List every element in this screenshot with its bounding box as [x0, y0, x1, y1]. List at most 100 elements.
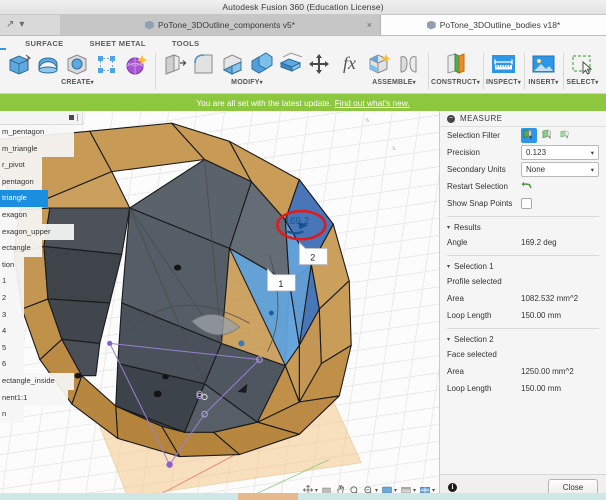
browser-item-4-selected[interactable]: triangle [0, 190, 48, 207]
fusion-doc-icon [144, 20, 154, 30]
browser-item-5[interactable]: exagon [0, 206, 42, 224]
ribbon-group-create-label[interactable]: CREATE▾ [61, 79, 94, 86]
document-tab-components[interactable]: PoTone_3DOutline_components v5* × [60, 15, 381, 35]
selection2-title: Selection 2 [454, 335, 494, 344]
svg-text:1: 1 [278, 279, 283, 289]
new-component-icon[interactable] [366, 51, 393, 78]
ribbon-tab-surface[interactable]: SURFACE [12, 39, 76, 49]
fillet-icon[interactable] [190, 51, 217, 78]
browser-item-6[interactable]: exagon_upper [0, 223, 74, 241]
parameters-fx-icon[interactable]: fx [339, 53, 360, 74]
selection1-row-area: Area 1082.532 mm^2 [440, 290, 606, 307]
viewcube-toggle-icon[interactable] [69, 115, 74, 120]
secondary-units-dropdown[interactable]: None ▾ [521, 162, 599, 177]
ribbon-group-modify-label[interactable]: MODIFY▾ [231, 79, 263, 86]
ribbon-tab-solid[interactable]: LID [0, 39, 12, 50]
precision-label: Precision [447, 148, 480, 157]
selection2-status: Face selected [447, 350, 497, 359]
selection-filter-group[interactable] [521, 128, 573, 143]
select-face-filter-icon[interactable] [521, 128, 537, 143]
update-banner-text: You are all set with the latest update. [196, 97, 332, 108]
select-icon[interactable] [569, 51, 596, 78]
browser-item-9[interactable]: 1 [0, 273, 24, 290]
extrude-icon[interactable] [6, 51, 33, 78]
ribbon-tab-tools[interactable]: TOOLS [159, 39, 213, 49]
shell-icon[interactable] [219, 51, 246, 78]
browser-item-14[interactable]: 6 [0, 356, 24, 373]
selection2-loop-value: 150.00 mm [521, 384, 562, 393]
selection1-title: Selection 1 [454, 262, 494, 271]
show-snap-points-checkbox[interactable] [521, 198, 532, 209]
ribbon-group-assemble-label[interactable]: ASSEMBLE▾ [372, 79, 416, 86]
selection1-header[interactable]: ▾ Selection 1 [440, 260, 606, 273]
construct-plane-icon[interactable] [442, 51, 469, 78]
ribbon-group-create: CREATE▾ [0, 50, 155, 93]
browser-item-8[interactable]: tion [0, 256, 24, 274]
sweep-icon[interactable] [64, 51, 91, 78]
select-vertex-filter-icon[interactable] [559, 129, 573, 142]
chevron-down-icon: ▾ [590, 166, 594, 174]
selection2-header[interactable]: ▾ Selection 2 [440, 333, 606, 346]
browser-panel[interactable]: m_pentagon m_triangle r_pivot pentagon t… [0, 115, 74, 423]
ribbon-tab-sheet-metal[interactable]: SHEET METAL [77, 39, 159, 49]
fusion360-window: Autodesk Fusion 360 (Education License) … [0, 0, 606, 500]
measure-panel-header[interactable]: − MEASURE [440, 111, 606, 127]
browser-item-2[interactable]: r_pivot [0, 157, 42, 174]
revolve-icon[interactable] [35, 51, 62, 78]
selection-filter-row: Selection Filter [440, 127, 606, 144]
combine-icon[interactable] [248, 51, 275, 78]
3d-viewport[interactable]: 555 169.2 2 1 [0, 111, 439, 500]
show-snap-points-row: Show Snap Points [440, 195, 606, 212]
selection2-area-value: 1250.00 mm^2 [521, 367, 574, 376]
browser-item-10[interactable]: 2 [0, 289, 24, 307]
results-title: Results [454, 223, 481, 232]
document-tab-bodies[interactable]: PoTone_3DOutline_bodies v18* [381, 15, 606, 35]
selection1-row-loop: Loop Length 150.00 mm [440, 307, 606, 324]
ribbon-group-select-label[interactable]: SELECT▾ [566, 79, 598, 86]
selection1-area-label: Area [447, 294, 464, 303]
browser-item-1[interactable]: m_triangle [0, 140, 74, 158]
ribbon-group-insert-label[interactable]: INSERT▾ [528, 79, 558, 86]
minus-circle-icon[interactable]: − [447, 114, 455, 123]
selection1-area-value: 1082.532 mm^2 [521, 294, 579, 303]
restart-selection-label: Restart Selection [447, 182, 508, 191]
chevron-down-icon[interactable]: ▾ [19, 20, 24, 30]
ribbon-group-inspect-label[interactable]: INSPECT▾ [486, 79, 521, 86]
browser-item-11[interactable]: 3 [0, 306, 24, 324]
browser-item-12[interactable]: 4 [0, 323, 24, 340]
browser-item-7[interactable]: ectangle [0, 240, 42, 257]
browser-item-0[interactable]: m_pentagon [0, 124, 74, 141]
restart-arrow-icon[interactable] [521, 181, 534, 192]
close-icon[interactable]: × [367, 20, 372, 30]
selection2-loop-label: Loop Length [447, 384, 492, 393]
ribbon-group-construct-label[interactable]: CONSTRUCT▾ [431, 79, 480, 86]
select-edge-filter-icon[interactable] [541, 129, 555, 142]
pattern-icon[interactable] [93, 51, 120, 78]
chevron-down-icon: ▾ [447, 225, 451, 231]
browser-item-3[interactable]: pentagon [0, 173, 42, 191]
measure-icon[interactable] [490, 51, 517, 78]
create-form-icon[interactable] [122, 51, 149, 78]
results-header[interactable]: ▾ Results [440, 221, 606, 234]
main-area: 555 169.2 2 1 [0, 111, 606, 500]
insert-image-icon[interactable] [530, 51, 557, 78]
document-tab-label: PoTone_3DOutline_bodies v18* [439, 20, 561, 30]
selection1-loop-value: 150.00 mm [521, 311, 562, 320]
offset-face-icon[interactable] [277, 51, 304, 78]
whats-new-link[interactable]: Find out what's new. [335, 98, 410, 108]
forward-arrow-icon[interactable]: ↗ [6, 20, 14, 30]
browser-item-16[interactable]: nent1:1 [0, 389, 68, 407]
browser-item-13[interactable]: 5 [0, 339, 24, 357]
info-icon[interactable]: i [448, 483, 457, 492]
precision-dropdown[interactable]: 0.123 ▾ [521, 145, 599, 160]
taskbar-segment-3 [298, 493, 606, 500]
move-copy-icon[interactable] [306, 51, 333, 78]
update-banner: You are all set with the latest update. … [0, 94, 606, 111]
browser-item-15[interactable]: ectangle_inside [0, 372, 74, 390]
joint-icon[interactable] [395, 51, 422, 78]
tab-nav-arrows[interactable]: ↗ ▾ [0, 15, 60, 35]
viewport-corner-widget[interactable] [0, 111, 83, 125]
press-pull-icon[interactable] [161, 51, 188, 78]
browser-item-17[interactable]: n [0, 406, 24, 423]
selection2-row-loop: Loop Length 150.00 mm [440, 380, 606, 397]
